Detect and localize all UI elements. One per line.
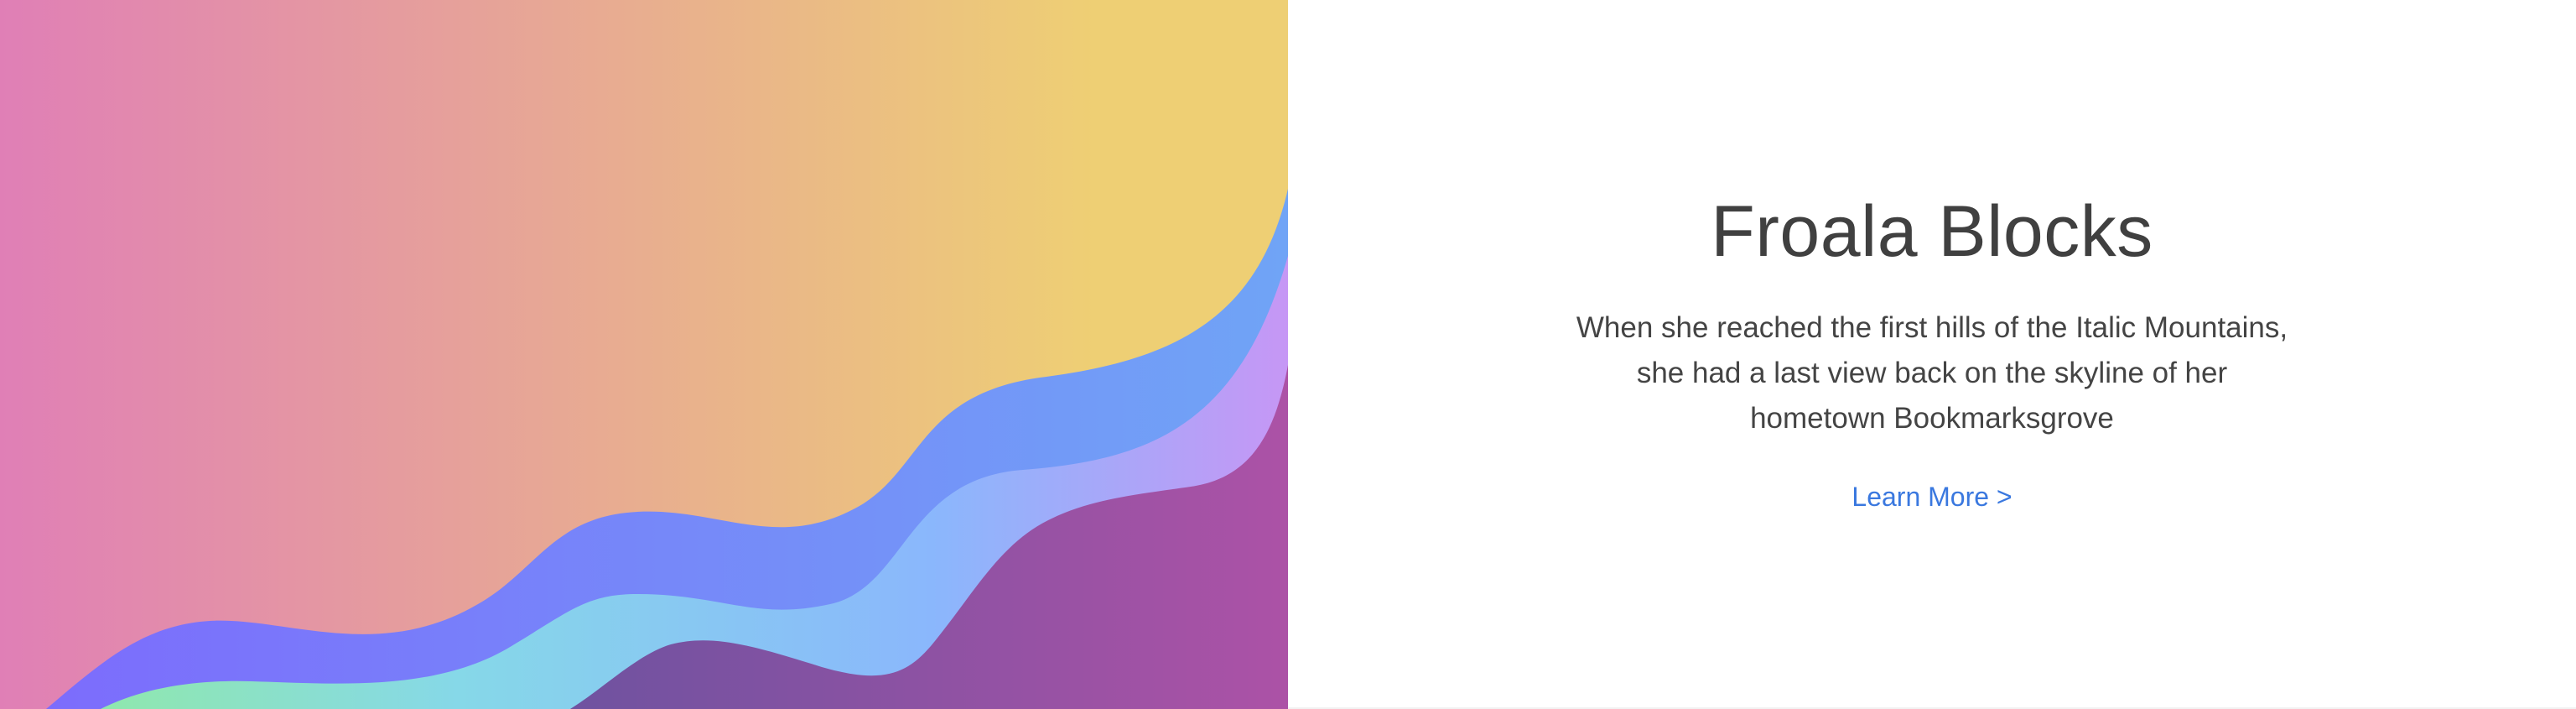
hero-description-line: hometown Bookmarksgrove: [1750, 402, 2114, 435]
hero-description-line: When she reached the first hills of the …: [1576, 311, 2288, 344]
hero-illustration: [0, 0, 1288, 709]
abstract-waves-illustration: [0, 0, 1288, 709]
hero-content: Froala Blocks When she reached the first…: [1288, 0, 2576, 709]
learn-more-link[interactable]: Learn More >: [1852, 480, 2012, 514]
hero-section: Froala Blocks When she reached the first…: [0, 0, 2576, 709]
hero-description-line: she had a last view back on the skyline …: [1636, 357, 2228, 389]
hero-title: Froala Blocks: [1711, 191, 2153, 272]
hero-description: When she reached the first hills of the …: [1555, 305, 2309, 441]
